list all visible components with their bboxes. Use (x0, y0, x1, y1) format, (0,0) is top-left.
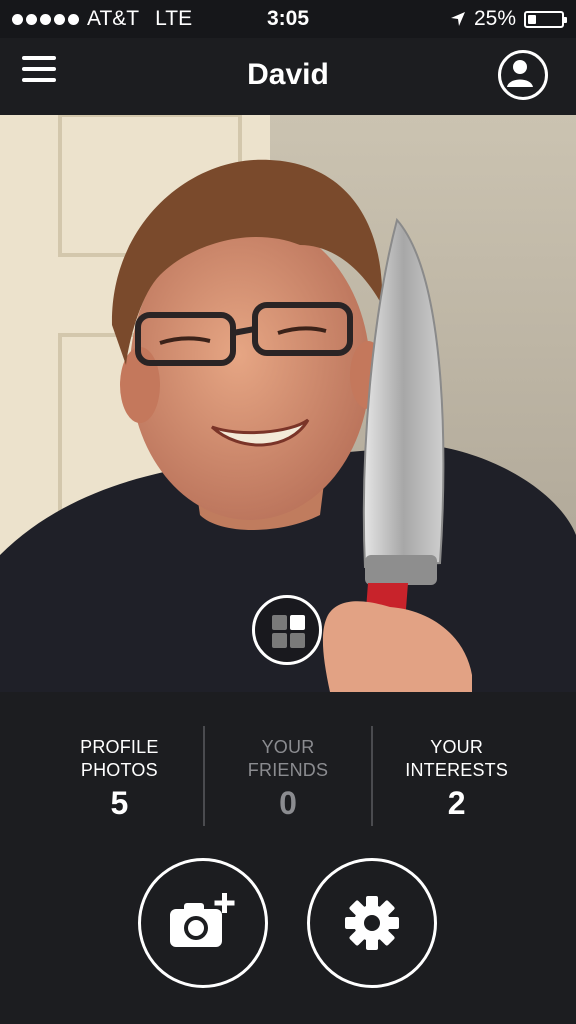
gear-icon (345, 896, 399, 950)
stat-label: PROFILE PHOTOS (36, 726, 203, 782)
stat-label-line1: YOUR (261, 737, 315, 757)
profile-stats: PROFILE PHOTOS 5 YOUR FRIENDS 0 YOUR INT… (36, 726, 540, 826)
stat-profile-photos[interactable]: PROFILE PHOTOS 5 (36, 726, 203, 826)
stat-label-line1: YOUR (430, 737, 484, 757)
action-buttons (0, 858, 576, 993)
stat-your-interests[interactable]: YOUR INTERESTS 2 (371, 726, 540, 826)
stat-label: YOUR INTERESTS (373, 726, 540, 782)
stat-count: 0 (279, 785, 297, 821)
battery-percent: 25% (473, 7, 516, 30)
user-profile-icon[interactable] (498, 50, 548, 100)
settings-button[interactable] (307, 858, 437, 988)
app-screen: AT&T LTE 3:05 25% David PROFILE PHOTOS 5… (0, 0, 576, 1024)
stat-label-line1: PROFILE (80, 737, 159, 757)
stat-label-line2: PHOTOS (80, 760, 158, 780)
stat-your-friends[interactable]: YOUR FRIENDS 0 (202, 726, 372, 826)
location-arrow-icon (450, 12, 465, 26)
stat-label-line2: INTERESTS (405, 760, 509, 780)
page-title: David (247, 58, 329, 91)
camera-add-icon (170, 893, 235, 947)
grid-view-icon[interactable] (252, 595, 322, 665)
stat-label-line2: FRIENDS (247, 760, 329, 780)
stat-count: 5 (110, 785, 129, 821)
stat-count: 2 (447, 785, 466, 821)
status-right: 25% (450, 7, 567, 31)
profile-photo[interactable] (0, 115, 576, 692)
battery-icon (524, 10, 567, 28)
status-bar: AT&T LTE 3:05 25% (0, 0, 576, 38)
add-photo-button[interactable] (138, 858, 268, 988)
stat-label: YOUR FRIENDS (205, 726, 372, 782)
nav-bar: David (0, 38, 576, 115)
